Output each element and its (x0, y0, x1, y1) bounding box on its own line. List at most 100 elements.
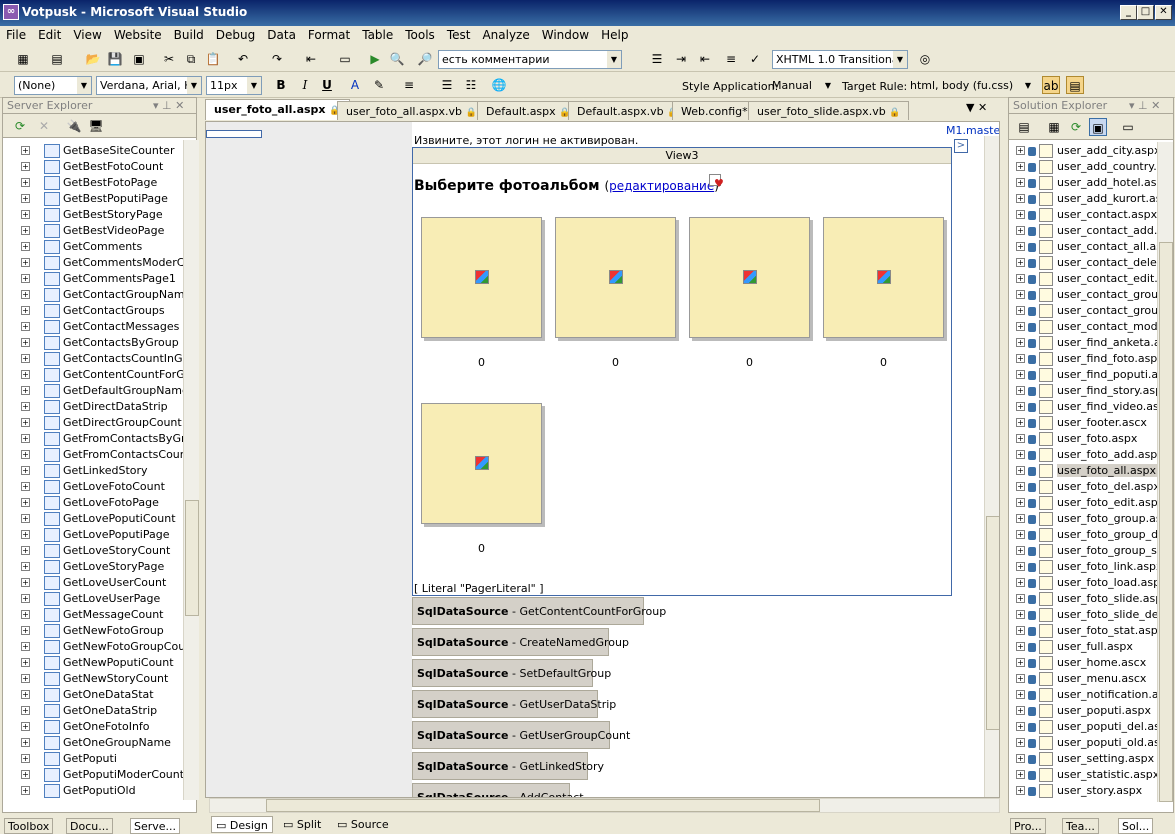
expand-icon[interactable]: + (1016, 690, 1025, 699)
tree-item[interactable]: + GetContactsCountInGrou (3, 351, 185, 367)
expand-icon[interactable]: + (1016, 514, 1025, 523)
doc-tab[interactable]: Default.aspx 🔒 (477, 101, 580, 120)
file-item[interactable]: + user_poputi_del.asp (1009, 719, 1157, 735)
menu-debug[interactable]: Debug (210, 26, 261, 44)
expand-icon[interactable]: + (1016, 322, 1025, 331)
bold-button[interactable]: B (272, 76, 290, 94)
album-thumbnail[interactable] (555, 217, 676, 338)
pin-icon[interactable]: ▾ ⊥ ✕ (1129, 99, 1160, 112)
file-item[interactable]: + user_find_foto.aspx (1009, 351, 1157, 367)
align-left-icon[interactable]: ≡ (400, 76, 418, 94)
expand-icon[interactable]: + (21, 306, 30, 315)
file-item[interactable]: + user_contact_group (1009, 287, 1157, 303)
file-item[interactable]: + user_find_poputi.as (1009, 367, 1157, 383)
expand-icon[interactable]: + (21, 482, 30, 491)
menu-file[interactable]: File (0, 26, 32, 44)
outdent-icon[interactable]: ⇥ (672, 50, 690, 68)
expand-icon[interactable]: + (1016, 210, 1025, 219)
expand-icon[interactable]: + (1016, 786, 1025, 795)
file-item[interactable]: + user_foto_link.aspx (1009, 559, 1157, 575)
expand-icon[interactable]: + (21, 594, 30, 603)
manage-styles-icon[interactable]: ▤ (1066, 76, 1084, 94)
file-item[interactable]: + user_find_video.asp (1009, 399, 1157, 415)
nest-files-icon[interactable]: ▣ (1089, 118, 1107, 136)
file-item[interactable]: + user_full.aspx (1009, 639, 1157, 655)
designer-horizontal-scrollbar[interactable] (209, 798, 1000, 813)
find-icon[interactable]: 🔎 (416, 50, 434, 68)
expand-icon[interactable]: + (1016, 626, 1025, 635)
tree-item[interactable]: + GetBestFotoCount (3, 159, 185, 175)
expand-icon[interactable]: + (1016, 722, 1025, 731)
tree-item[interactable]: + GetContactMessages (3, 319, 185, 335)
tree-item[interactable]: + GetBestFotoPage (3, 175, 185, 191)
expand-icon[interactable]: + (1016, 498, 1025, 507)
comment-icon[interactable]: ▭ (336, 50, 354, 68)
bullets-icon[interactable]: ☰ (438, 76, 456, 94)
tree-item[interactable]: + GetOneDataStrip (3, 703, 185, 719)
doc-tab[interactable]: user_foto_all.aspx.vb 🔒 (337, 101, 486, 120)
tree-item[interactable]: + GetOneGroupName (3, 735, 185, 751)
tree-item[interactable]: + GetComments (3, 239, 185, 255)
file-item[interactable]: + user_foto_add.aspx (1009, 447, 1157, 463)
expand-icon[interactable]: + (21, 498, 30, 507)
file-item[interactable]: + user_find_story.asp (1009, 383, 1157, 399)
menu-analyze[interactable]: Analyze (476, 26, 535, 44)
maximize-button[interactable]: □ (1137, 5, 1154, 20)
tree-item[interactable]: + GetBestVideoPage (3, 223, 185, 239)
connect-database-icon[interactable]: 🔌 (65, 117, 83, 135)
tab-toolbox[interactable]: Toolbox (4, 818, 54, 834)
tree-item[interactable]: + GetNewFotoGroup (3, 623, 185, 639)
style-application-combo[interactable]: Manual ▼ (768, 76, 836, 95)
underline-button[interactable]: U (318, 76, 336, 94)
paste-icon[interactable]: 📋 (204, 50, 222, 68)
tree-item[interactable]: + GetLoveUserCount (3, 575, 185, 591)
file-item[interactable]: + user_foto_group_st (1009, 543, 1157, 559)
menu-window[interactable]: Window (536, 26, 595, 44)
highlight-icon[interactable]: ✎ (370, 76, 388, 94)
properties-icon[interactable]: ▤ (1015, 118, 1033, 136)
content-placeholder-marker[interactable] (206, 130, 262, 138)
sql-datasource-control[interactable]: SqlDataSource - GetUserDataStrip (412, 690, 616, 718)
expand-icon[interactable]: + (1016, 450, 1025, 459)
find-combo[interactable]: есть комментарии ▼ (438, 50, 622, 69)
file-item[interactable]: + user_add_country.a (1009, 159, 1157, 175)
start-debug-icon[interactable]: ▶ (366, 50, 384, 68)
file-item[interactable]: + user_foto_group.as (1009, 511, 1157, 527)
file-item[interactable]: + user_poputi_old.asp (1009, 735, 1157, 751)
tab-document-outline[interactable]: Docu... (66, 818, 113, 834)
navigate-icon[interactable]: ⇤ (302, 50, 320, 68)
file-item[interactable]: + user_contact_edit.as (1009, 271, 1157, 287)
pin-icon[interactable]: ▾ ⊥ ✕ (153, 99, 184, 112)
target-rule-combo[interactable]: html, body (fu.css) ▼ (906, 76, 1036, 95)
tree-item[interactable]: + GetLovePoputiCount (3, 511, 185, 527)
expand-icon[interactable]: + (21, 402, 30, 411)
expand-icon[interactable]: + (21, 162, 30, 171)
expand-icon[interactable]: + (1016, 386, 1025, 395)
tree-item[interactable]: + GetOneDataStat (3, 687, 185, 703)
expand-icon[interactable]: + (1016, 242, 1025, 251)
file-item[interactable]: + user_foto_edit.aspx (1009, 495, 1157, 511)
expand-icon[interactable]: + (1016, 562, 1025, 571)
expand-icon[interactable]: + (1016, 674, 1025, 683)
expand-icon[interactable]: + (1016, 274, 1025, 283)
tree-item[interactable]: + GetBestPoputiPage (3, 191, 185, 207)
tree-item[interactable]: + GetContactGroupName (3, 287, 185, 303)
expand-icon[interactable]: + (1016, 290, 1025, 299)
apply-style-icon[interactable]: ab (1042, 76, 1060, 94)
expand-icon[interactable]: + (1016, 642, 1025, 651)
file-item[interactable]: + user_contact_add.a (1009, 223, 1157, 239)
sql-datasource-control[interactable]: SqlDataSource - GetUserGroupCount (412, 721, 630, 749)
expand-icon[interactable]: + (21, 738, 30, 747)
check-icon[interactable]: ✓ (746, 50, 764, 68)
doc-tab[interactable]: user_foto_slide.aspx.vb 🔒 (748, 101, 910, 120)
smart-tag-icon[interactable]: > (954, 139, 968, 153)
expand-icon[interactable]: + (21, 578, 30, 587)
refresh-icon[interactable]: ⟳ (1067, 118, 1085, 136)
expand-icon[interactable]: + (21, 626, 30, 635)
expand-icon[interactable]: + (1016, 770, 1025, 779)
style-combo[interactable]: (None) ▼ (14, 76, 92, 95)
scroll-thumb[interactable] (986, 516, 999, 730)
file-item[interactable]: + user_add_kurort.aspx (1009, 191, 1157, 207)
scroll-thumb[interactable] (185, 500, 199, 616)
tab-team-explorer[interactable]: Tea... (1062, 818, 1099, 834)
